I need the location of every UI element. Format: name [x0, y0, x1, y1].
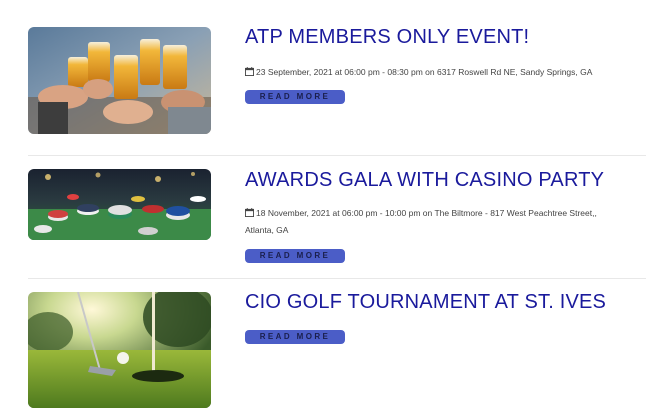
event-meta: 23 September, 2021 at 06:00 pm - 08:30 p…	[245, 64, 645, 81]
event-title[interactable]: AWARDS GALA WITH CASINO PARTY	[245, 169, 604, 191]
read-more-button[interactable]: READ MORE	[245, 330, 345, 344]
event-card: CIO GOLF TOURNAMENT AT ST. IVES READ MOR…	[0, 279, 656, 420]
event-location-cont: Atlanta, GA	[245, 225, 289, 235]
calendar-icon	[245, 208, 254, 217]
event-date-location: 23 September, 2021 at 06:00 pm - 08:30 p…	[256, 67, 593, 77]
event-image-beer-toast[interactable]	[28, 27, 211, 134]
event-meta: 18 November, 2021 at 06:00 pm - 10:00 pm…	[245, 205, 645, 239]
read-more-button[interactable]: READ MORE	[245, 90, 345, 104]
event-image-casino[interactable]	[28, 169, 211, 240]
event-card: AWARDS GALA WITH CASINO PARTY 18 Novembe…	[0, 156, 656, 279]
read-more-button[interactable]: READ MORE	[245, 249, 345, 263]
event-title[interactable]: CIO GOLF TOURNAMENT AT ST. IVES	[245, 291, 606, 313]
calendar-icon	[245, 67, 254, 76]
event-card: ATP MEMBERS ONLY EVENT! 23 September, 20…	[0, 0, 656, 156]
event-image-golf[interactable]	[28, 292, 211, 408]
event-title[interactable]: ATP MEMBERS ONLY EVENT!	[245, 26, 529, 48]
event-date-location: 18 November, 2021 at 06:00 pm - 10:00 pm…	[256, 208, 597, 218]
